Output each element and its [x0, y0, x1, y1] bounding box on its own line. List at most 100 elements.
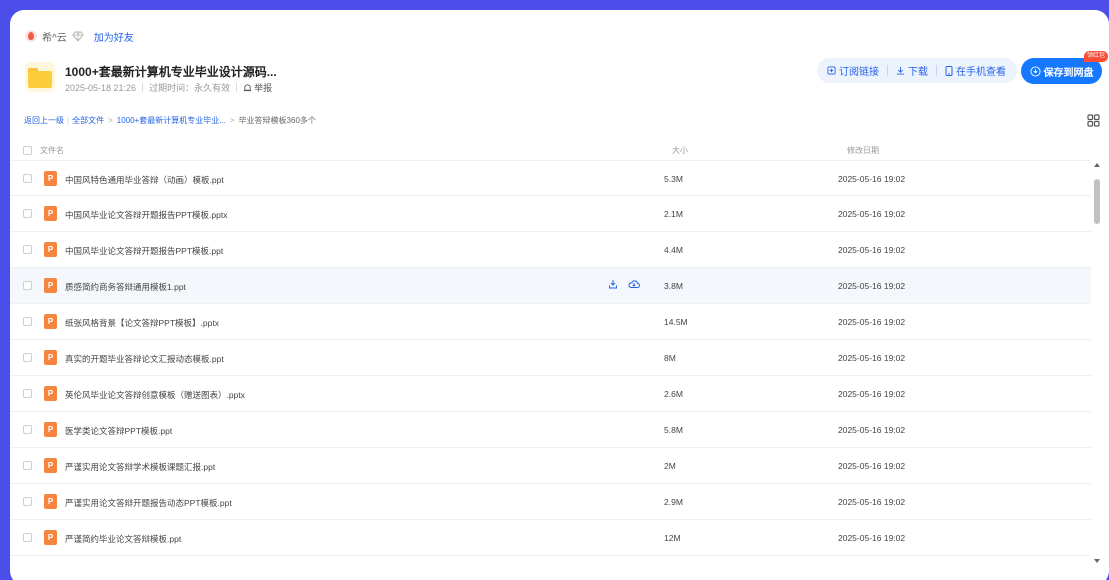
red-packet-badge[interactable]: 领红包 [1084, 51, 1109, 62]
table-header: 文件名 大小 修改日期 [10, 141, 1109, 161]
ppt-file-icon: P [44, 494, 57, 509]
share-page-card: 希^云 加为好友 1000+套最新计算机专业毕业设计源码... 2025-05-… [10, 10, 1109, 580]
file-date: 2025-05-16 19:02 [838, 425, 906, 435]
column-name[interactable]: 文件名 [40, 145, 64, 156]
action-bar: 订阅链接 下载 在手机查看 [817, 58, 1017, 83]
sharer-name[interactable]: 希^云 [42, 29, 67, 44]
breadcrumb-all-files[interactable]: 全部文件 [72, 115, 104, 126]
file-name[interactable]: 医学类论文答辩PPT模板.ppt [65, 425, 172, 437]
file-size: 5.8M [664, 425, 683, 435]
scrollbar[interactable] [1091, 161, 1103, 566]
meta-divider [236, 83, 238, 92]
share-expire: 过期时间：永久有效 [149, 83, 231, 93]
file-row[interactable]: P 中国风毕业论文答辩开题报告PPT模板.pptx 2.1M 2025-05-16 1… [10, 196, 1091, 232]
file-name[interactable]: 纸张风格背景【论文答辩PPT模板】.pptx [65, 317, 219, 329]
ppt-file-icon: P [44, 530, 57, 545]
row-checkbox[interactable] [23, 533, 32, 542]
file-name[interactable]: 真实的开题毕业答辩论文汇报动态模板.ppt [65, 353, 224, 365]
download-button[interactable]: 下载 [896, 63, 928, 78]
subscribe-link-button[interactable]: 订阅链接 [827, 63, 879, 78]
file-name[interactable]: 严谨简约毕业论文答辩模板.ppt [65, 533, 181, 545]
share-meta: 2025-05-18 21:26 过期时间：永久有效 举报 [65, 81, 272, 94]
row-checkbox[interactable] [23, 389, 32, 398]
file-date: 2025-05-16 19:02 [838, 174, 906, 184]
ppt-file-icon: P [44, 314, 57, 329]
subscribe-label: 订阅链接 [839, 67, 879, 78]
file-size: 2.6M [664, 389, 683, 399]
report-button[interactable]: 举报 [243, 81, 272, 94]
file-size: 8M [664, 353, 676, 363]
file-row[interactable]: P 英伦风毕业论文答辩创意模板（赠送图表）.pptx 2.6M 2025-05-16 … [10, 376, 1091, 412]
add-friend-link[interactable]: 加为好友 [94, 29, 134, 44]
diamond-icon [72, 30, 84, 42]
ppt-file-icon: P [44, 350, 57, 365]
select-all-checkbox[interactable] [23, 146, 32, 155]
view-on-mobile-button[interactable]: 在手机查看 [945, 63, 1006, 78]
row-checkbox[interactable] [23, 174, 32, 183]
file-size: 14.5M [664, 317, 688, 327]
file-name[interactable]: 英伦风毕业论文答辩创意模板（赠送图表）.pptx [65, 389, 245, 401]
row-checkbox[interactable] [23, 317, 32, 326]
breadcrumb-parent-folder[interactable]: 1000+套最新计算机专业毕业... [117, 115, 226, 126]
ppt-file-icon: P [44, 422, 57, 437]
action-divider [936, 65, 937, 76]
file-name[interactable]: 严谨实用论文答辩开题报告动态PPT模板.ppt [65, 497, 232, 509]
row-actions [608, 279, 650, 289]
file-size: 12M [664, 533, 681, 543]
row-checkbox[interactable] [23, 281, 32, 290]
row-checkbox[interactable] [23, 245, 32, 254]
breadcrumb: 返回上一级 | 全部文件 > 1000+套最新计算机专业毕业... > 毕业答辩… [24, 115, 316, 126]
file-name[interactable]: 中国风毕业论文答辩开题报告PPT模板.ppt [65, 245, 223, 257]
file-row[interactable]: P 中国风毕业论文答辩开题报告PPT模板.ppt 4.4M 2025-05-16 19… [10, 232, 1091, 268]
file-row[interactable]: P 纸张风格背景【论文答辩PPT模板】.pptx 14.5M 2025-05-16 1… [10, 304, 1091, 340]
scroll-up-arrow[interactable] [1094, 163, 1100, 167]
file-row[interactable]: P 严谨简约毕业论文答辩模板.ppt 12M 2025-05-16 19:02 [10, 520, 1091, 556]
row-save-cloud-icon[interactable] [628, 279, 640, 289]
row-download-icon[interactable] [608, 279, 618, 289]
column-size[interactable]: 大小 [672, 145, 688, 156]
file-date: 2025-05-16 19:02 [838, 317, 906, 327]
sharer-avatar[interactable] [25, 30, 37, 42]
ppt-file-icon: P [44, 242, 57, 257]
ppt-file-icon: P [44, 278, 57, 293]
file-size: 5.3M [664, 174, 683, 184]
report-label: 举报 [254, 83, 273, 93]
phone-icon [945, 65, 953, 76]
file-date: 2025-05-16 19:02 [838, 209, 906, 219]
row-checkbox[interactable] [23, 425, 32, 434]
row-checkbox[interactable] [23, 209, 32, 218]
file-row[interactable]: P 严谨实用论文答辩开题报告动态PPT模板.ppt 2.9M 2025-05-16 1… [10, 484, 1091, 520]
file-size: 2M [664, 461, 676, 471]
folder-icon [25, 62, 55, 92]
file-row[interactable]: P 严谨实用论文答辩学术模板课题汇报.ppt 2M 2025-05-16 19:02 [10, 448, 1091, 484]
file-date: 2025-05-16 19:02 [838, 245, 906, 255]
breadcrumb-back[interactable]: 返回上一级 [24, 115, 64, 126]
file-name[interactable]: 中国风毕业论文答辩开题报告PPT模板.pptx [65, 209, 227, 221]
file-name[interactable]: 中国风特色通用毕业答辩（动画）模板.ppt [65, 174, 224, 186]
subscribe-icon [827, 66, 836, 75]
file-row[interactable]: P 中国风特色通用毕业答辩（动画）模板.ppt 5.3M 2025-05-16 19:… [10, 160, 1091, 196]
row-checkbox[interactable] [23, 497, 32, 506]
file-size: 2.1M [664, 209, 683, 219]
file-date: 2025-05-16 19:02 [838, 353, 906, 363]
breadcrumb-current: 毕业答辩模板360多个 [238, 116, 316, 125]
file-name[interactable]: 严谨实用论文答辩学术模板课题汇报.ppt [65, 461, 215, 473]
file-size: 2.9M [664, 497, 683, 507]
column-date[interactable]: 修改日期 [847, 145, 879, 156]
ppt-file-icon: P [44, 206, 57, 221]
file-name[interactable]: 质感简约商务答辩通用模板1.ppt [65, 281, 186, 293]
file-row[interactable]: P 真实的开题毕业答辩论文汇报动态模板.ppt 8M 2025-05-16 19:02 [10, 340, 1091, 376]
sharer-info: 希^云 加为好友 [25, 29, 134, 44]
row-checkbox[interactable] [23, 353, 32, 362]
scroll-down-arrow[interactable] [1094, 559, 1100, 563]
row-checkbox[interactable] [23, 461, 32, 470]
grid-view-icon[interactable] [1087, 114, 1100, 127]
file-size: 3.8M [664, 281, 683, 291]
action-divider [887, 65, 888, 76]
cloud-save-icon [1029, 65, 1041, 77]
breadcrumb-chevron: > [229, 116, 235, 125]
download-label: 下载 [908, 67, 928, 78]
file-row[interactable]: P 医学类论文答辩PPT模板.ppt 5.8M 2025-05-16 19:02 [10, 412, 1091, 448]
scrollbar-thumb[interactable] [1094, 179, 1100, 224]
file-row[interactable]: P 质感简约商务答辩通用模板1.ppt 3.8M 2025-05-16 19:02 [10, 268, 1091, 304]
